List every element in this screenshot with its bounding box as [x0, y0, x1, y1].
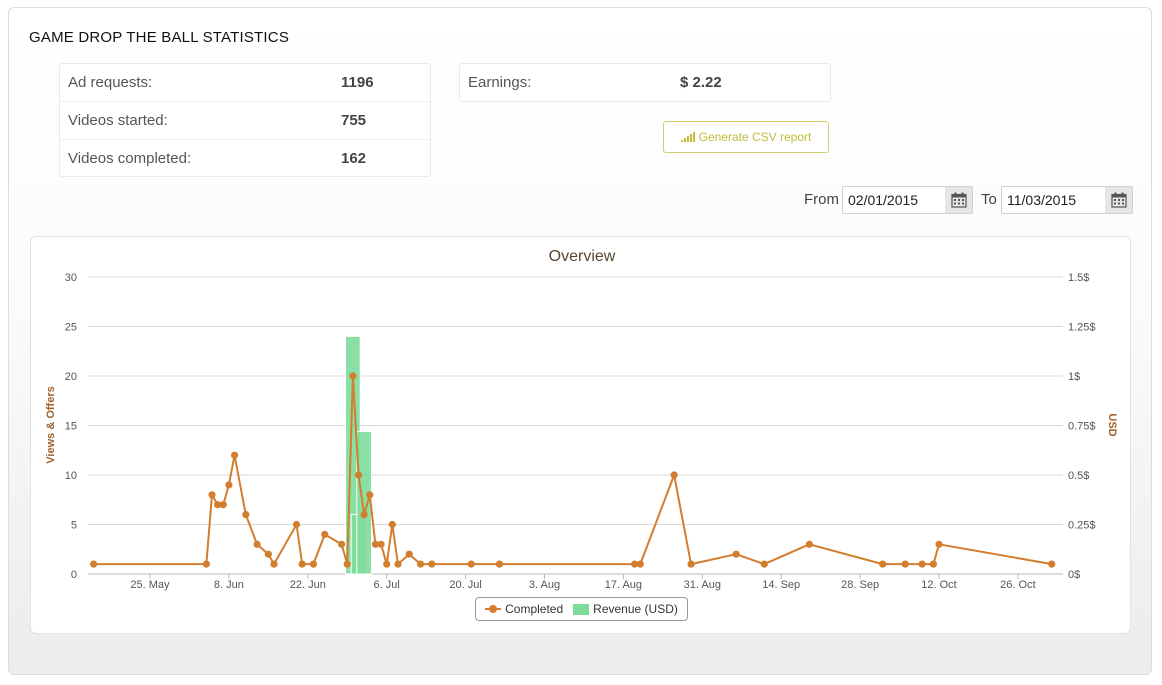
y2-tick-label: 0$: [1068, 569, 1080, 581]
completed-point: [219, 501, 227, 509]
completed-point: [208, 491, 216, 499]
revenue-bar: [356, 430, 372, 575]
chart-title: Overview: [549, 248, 616, 265]
x-tick-label: 28. Sep: [841, 579, 879, 591]
completed-point: [321, 530, 329, 539]
y-tick-label: 0: [71, 569, 77, 581]
completed-point: [901, 560, 909, 568]
x-tick-label: 14. Sep: [762, 579, 800, 591]
completed-point: [202, 560, 210, 568]
x-tick-label: 26. Oct: [1000, 579, 1035, 591]
completed-point: [253, 540, 261, 548]
x-tick-label: 25. May: [130, 579, 170, 591]
y-tick-label: 30: [65, 272, 77, 284]
completed-point: [935, 540, 943, 548]
completed-point: [264, 550, 272, 558]
completed-point: [732, 550, 740, 558]
completed-point: [1048, 560, 1056, 568]
legend-line-marker: [485, 605, 502, 613]
completed-point: [338, 540, 346, 548]
y2-axis-title: USD: [1106, 413, 1118, 436]
completed-point: [687, 560, 695, 568]
y2-tick-label: 0.75$: [1068, 421, 1096, 433]
completed-point: [225, 481, 233, 489]
y-tick-label: 5: [71, 520, 77, 532]
completed-point: [929, 560, 937, 568]
y2-tick-label: 0.5$: [1068, 470, 1089, 482]
completed-point: [383, 560, 391, 568]
completed-point: [298, 560, 306, 568]
completed-point: [760, 560, 768, 568]
completed-point: [416, 560, 425, 568]
completed-point: [377, 540, 385, 548]
legend-item-completed[interactable]: Completed: [485, 602, 563, 616]
completed-point: [495, 560, 504, 568]
completed-point: [90, 560, 98, 568]
completed-point: [366, 491, 374, 499]
completed-point: [467, 560, 475, 568]
y-axis-title: Views & Offers: [45, 386, 57, 463]
completed-point: [360, 510, 368, 519]
y-tick-label: 20: [65, 371, 77, 383]
completed-point: [388, 520, 396, 529]
legend-label: Completed: [505, 602, 564, 616]
completed-point: [636, 560, 644, 568]
x-tick-label: 31. Aug: [684, 579, 721, 591]
completed-point: [354, 471, 363, 479]
y-tick-label: 25: [65, 322, 77, 334]
y-tick-label: 10: [65, 470, 77, 482]
legend-label: Revenue (USD): [593, 602, 678, 616]
completed-point: [230, 451, 239, 459]
completed-point: [918, 560, 926, 568]
completed-point: [394, 560, 402, 568]
completed-point: [270, 560, 278, 568]
completed-point: [805, 540, 813, 548]
completed-point: [349, 372, 357, 380]
y2-tick-label: 1$: [1068, 371, 1080, 383]
x-tick-label: 22. Jun: [290, 579, 326, 591]
completed-point: [242, 510, 250, 519]
completed-point: [670, 471, 678, 479]
completed-point: [292, 520, 301, 529]
x-tick-label: 12. Oct: [921, 579, 956, 591]
completed-point: [879, 560, 887, 568]
legend-bar-marker: [573, 603, 590, 615]
y2-tick-label: 1.5$: [1068, 272, 1089, 284]
completed-point: [343, 560, 351, 568]
legend-item-revenue[interactable]: Revenue (USD): [573, 602, 678, 616]
overview-chart: Overview Views & Offers USD 0 5 10 15 20 25 30…: [45, 248, 1118, 591]
y2-tick-label: 0.25$: [1068, 520, 1096, 532]
x-tick-label: 8. Jun: [214, 579, 244, 591]
x-tick-label: 3. Aug: [529, 579, 560, 591]
x-tick-label: 20. Jul: [449, 579, 481, 591]
y2-tick-label: 1.25$: [1068, 322, 1096, 334]
completed-series-line: [93, 375, 1052, 566]
y-tick-label: 15: [65, 421, 77, 433]
completed-point: [309, 560, 318, 568]
x-tick-label: 17. Aug: [605, 579, 642, 591]
completed-point: [405, 550, 413, 558]
x-tick-label: 6. Jul: [374, 579, 400, 591]
chart-legend: Completed Revenue (USD): [475, 597, 688, 621]
completed-point: [428, 560, 436, 568]
